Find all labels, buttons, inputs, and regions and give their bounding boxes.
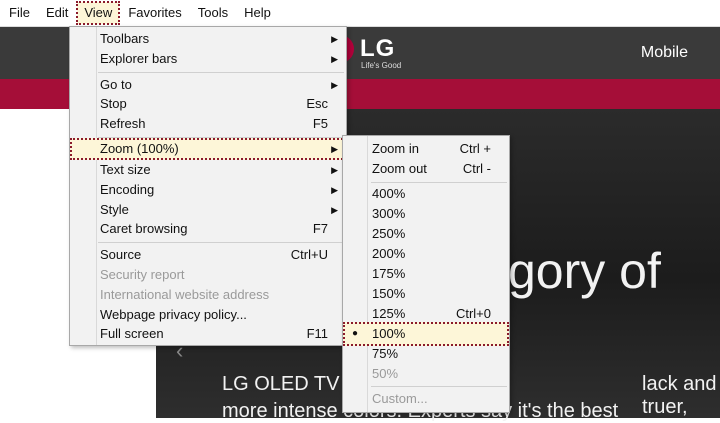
menu-item-go-to[interactable]: Go to ▶ bbox=[70, 75, 346, 95]
menu-item-label: Encoding bbox=[100, 182, 155, 197]
menu-item-label: Text size bbox=[100, 162, 151, 177]
menu-item-label: Stop bbox=[100, 96, 127, 111]
menu-item-label: Toolbars bbox=[100, 31, 150, 46]
menu-item-zoom-50: 50% bbox=[343, 364, 509, 384]
zoom-submenu: Zoom in Ctrl + Zoom out Ctrl - 400% 300%… bbox=[342, 135, 510, 413]
menu-item-security-report: Security report bbox=[70, 265, 346, 285]
menu-separator bbox=[98, 72, 344, 73]
menu-item-label: Zoom (100%) bbox=[100, 141, 179, 156]
menu-separator bbox=[371, 182, 507, 183]
menu-item-shortcut: Ctrl - bbox=[462, 161, 491, 176]
menu-item-label: International website address bbox=[100, 287, 270, 302]
menu-item-zoom-150[interactable]: 150% bbox=[343, 284, 509, 304]
menu-item-zoom-out[interactable]: Zoom out Ctrl - bbox=[343, 159, 509, 179]
hero-body-line1a: LG OLED TV bbox=[222, 373, 340, 395]
selected-bullet-icon: ● bbox=[352, 328, 359, 339]
menu-item-stop[interactable]: Stop Esc bbox=[70, 94, 346, 114]
menu-item-label: Caret browsing bbox=[100, 221, 188, 236]
menu-item-zoom-in[interactable]: Zoom in Ctrl + bbox=[343, 139, 509, 159]
hero-body-line1b: lack and truer, bbox=[642, 373, 717, 418]
menu-separator bbox=[371, 386, 507, 387]
menu-favorites[interactable]: Favorites bbox=[121, 2, 188, 24]
menu-item-source[interactable]: Source Ctrl+U bbox=[70, 245, 346, 265]
menu-edit[interactable]: Edit bbox=[39, 2, 75, 24]
menu-item-zoom-175[interactable]: 175% bbox=[343, 264, 509, 284]
submenu-arrow-icon: ▶ bbox=[331, 54, 338, 64]
menu-item-label: Source bbox=[100, 247, 142, 262]
menu-separator bbox=[98, 242, 344, 243]
menu-item-shortcut: Ctrl+0 bbox=[455, 306, 491, 321]
menu-item-label: 400% bbox=[372, 186, 406, 201]
submenu-arrow-icon: ▶ bbox=[331, 144, 338, 154]
menu-item-label: 250% bbox=[372, 226, 406, 241]
menu-view[interactable]: View bbox=[76, 1, 121, 25]
menu-item-zoom-75[interactable]: 75% bbox=[343, 344, 509, 364]
menu-item-intl-address: International website address bbox=[70, 285, 346, 305]
menu-item-label: Zoom in bbox=[372, 141, 419, 156]
menu-item-label: 125% bbox=[372, 306, 406, 321]
menu-item-label: Webpage privacy policy... bbox=[100, 307, 247, 322]
menu-item-label: 150% bbox=[372, 286, 406, 301]
lg-tagline: Life's Good bbox=[361, 61, 402, 70]
menu-item-shortcut: Ctrl + bbox=[459, 141, 491, 156]
menu-item-label: Go to bbox=[100, 77, 132, 92]
menu-item-encoding[interactable]: Encoding ▶ bbox=[70, 180, 346, 200]
menu-item-label: 300% bbox=[372, 206, 406, 221]
menu-item-zoom-200[interactable]: 200% bbox=[343, 244, 509, 264]
menu-item-label: 75% bbox=[372, 346, 399, 361]
menu-item-zoom-300[interactable]: 300% bbox=[343, 204, 509, 224]
menu-item-zoom-250[interactable]: 250% bbox=[343, 224, 509, 244]
menu-item-zoom-400[interactable]: 400% bbox=[343, 184, 509, 204]
menu-tools[interactable]: Tools bbox=[191, 2, 235, 24]
menu-item-label: Explorer bars bbox=[100, 51, 178, 66]
menu-item-shortcut: F11 bbox=[306, 326, 328, 341]
menu-bar: File Edit View Favorites Tools Help bbox=[0, 0, 720, 27]
menu-item-text-size[interactable]: Text size ▶ bbox=[70, 160, 346, 180]
menu-item-label: Zoom out bbox=[372, 161, 427, 176]
menu-item-privacy-policy[interactable]: Webpage privacy policy... bbox=[70, 305, 346, 325]
menu-item-label: Full screen bbox=[100, 326, 164, 341]
menu-item-shortcut: F5 bbox=[312, 116, 328, 131]
submenu-arrow-icon: ▶ bbox=[331, 205, 338, 215]
menu-help[interactable]: Help bbox=[237, 2, 278, 24]
menu-item-toolbars[interactable]: Toolbars ▶ bbox=[70, 29, 346, 49]
menu-item-style[interactable]: Style ▶ bbox=[70, 200, 346, 220]
menu-item-zoom-100[interactable]: ● 100% bbox=[343, 322, 509, 346]
submenu-arrow-icon: ▶ bbox=[331, 80, 338, 90]
nav-mobile-link[interactable]: Mobile bbox=[641, 44, 688, 62]
menu-item-label: 100% bbox=[372, 326, 406, 341]
menu-item-refresh[interactable]: Refresh F5 bbox=[70, 114, 346, 134]
menu-item-zoom[interactable]: Zoom (100%) ▶ bbox=[70, 138, 346, 160]
lg-logo[interactable]: LG bbox=[340, 35, 395, 63]
menu-item-label: Refresh bbox=[100, 116, 146, 131]
menu-item-caret-browsing[interactable]: Caret browsing F7 bbox=[70, 219, 346, 239]
submenu-arrow-icon: ▶ bbox=[331, 165, 338, 175]
menu-item-label: Style bbox=[100, 202, 129, 217]
menu-item-zoom-custom: Custom... bbox=[343, 389, 509, 409]
menu-file[interactable]: File bbox=[2, 2, 37, 24]
menu-item-explorer-bars[interactable]: Explorer bars ▶ bbox=[70, 49, 346, 69]
menu-item-zoom-125[interactable]: 125% Ctrl+0 bbox=[343, 304, 509, 324]
menu-item-full-screen[interactable]: Full screen F11 bbox=[70, 324, 346, 344]
submenu-arrow-icon: ▶ bbox=[331, 34, 338, 44]
menu-item-label: 50% bbox=[372, 366, 399, 381]
submenu-arrow-icon: ▶ bbox=[331, 185, 338, 195]
menu-item-label: 175% bbox=[372, 266, 406, 281]
menu-item-label: Custom... bbox=[372, 391, 428, 406]
menu-item-label: 200% bbox=[372, 246, 406, 261]
menu-item-shortcut: Esc bbox=[306, 96, 328, 111]
menu-item-shortcut: F7 bbox=[312, 221, 328, 236]
lg-logo-text: LG bbox=[360, 35, 396, 62]
hero-heading-line2: gory of bbox=[508, 243, 661, 299]
view-menu: Toolbars ▶ Explorer bars ▶ Go to ▶ Stop … bbox=[69, 26, 347, 346]
menu-item-shortcut: Ctrl+U bbox=[290, 247, 328, 262]
menu-item-label: Security report bbox=[100, 267, 185, 282]
